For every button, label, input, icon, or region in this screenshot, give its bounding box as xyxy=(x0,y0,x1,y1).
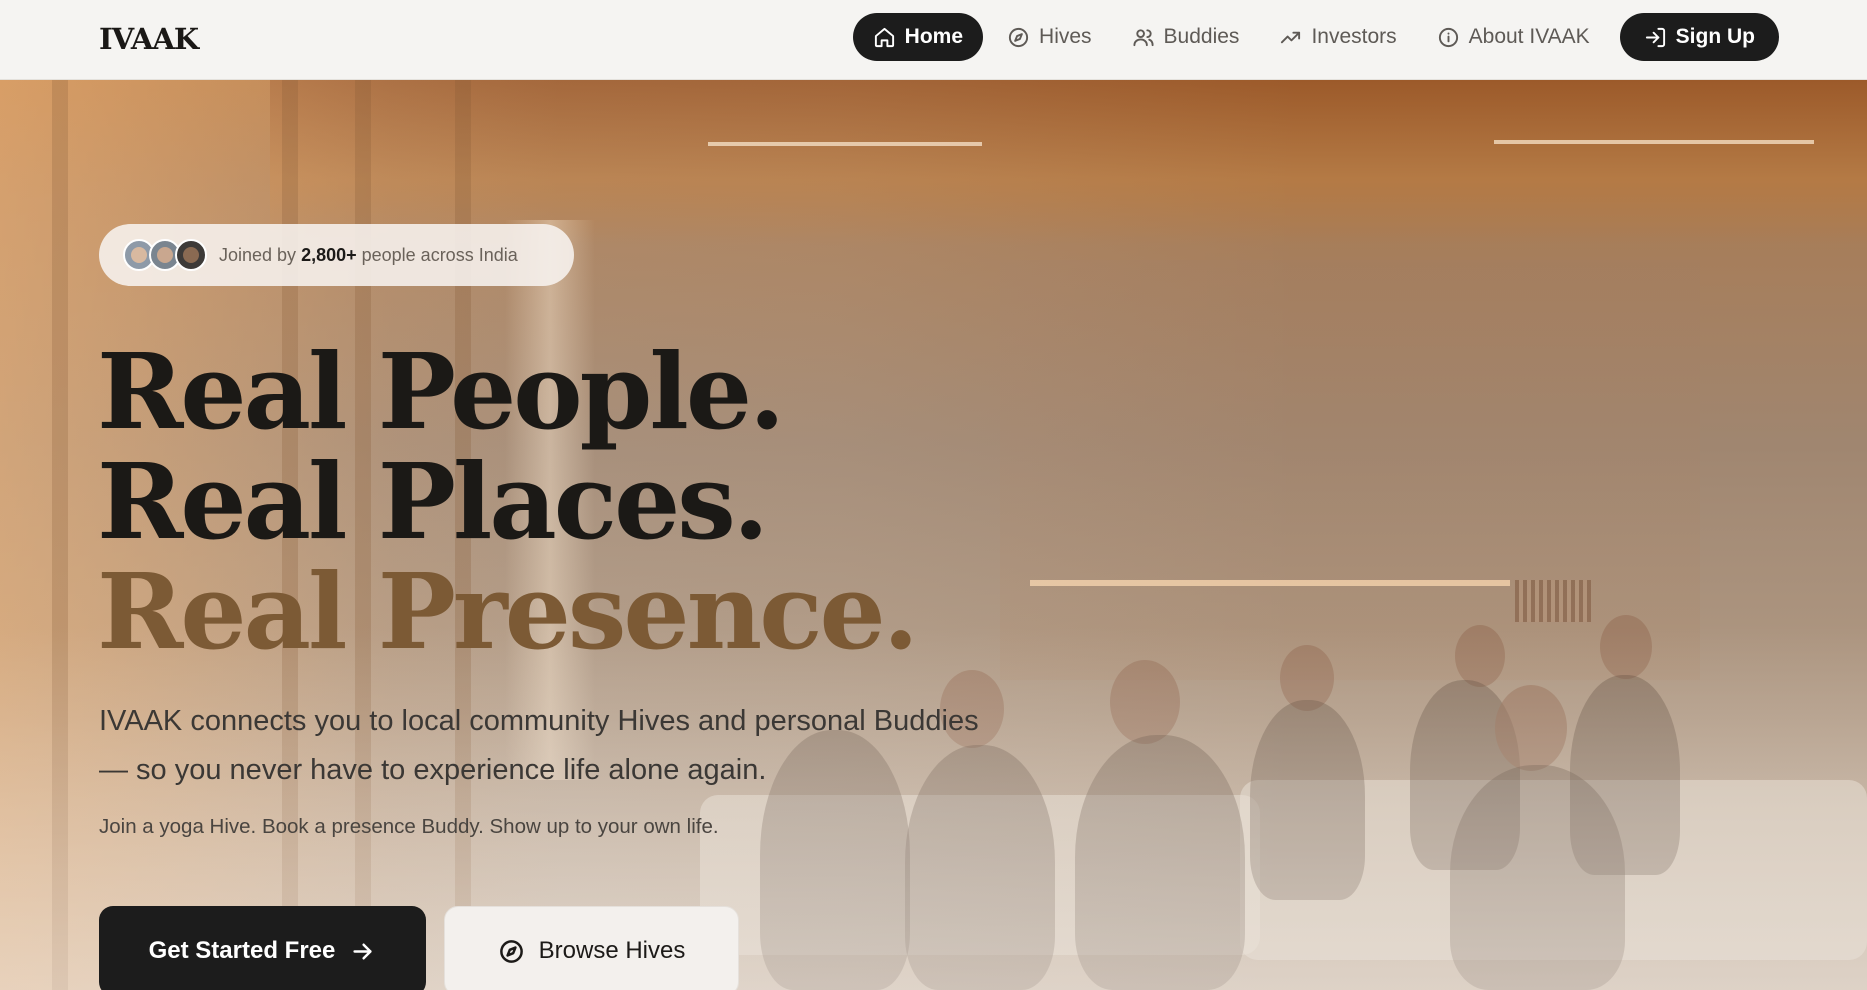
browse-hives-label: Browse Hives xyxy=(538,937,686,964)
headline-line-3: Real Presence. xyxy=(97,550,919,673)
nav-hives-label: Hives xyxy=(1039,25,1092,48)
nav-links: Home Hives Buddies Investors About IVAAK… xyxy=(852,13,1779,61)
badge-prefix: Joined by xyxy=(219,244,297,265)
nav-investors-label: Investors xyxy=(1311,25,1397,48)
trending-up-icon xyxy=(1281,31,1301,43)
hero-subheadline: IVAAK connects you to local community Hi… xyxy=(99,705,979,786)
logo[interactable]: IVAAK xyxy=(99,22,199,56)
compass-icon xyxy=(1008,27,1029,47)
browse-hives-button[interactable]: Browse Hives xyxy=(444,906,739,990)
nav-about[interactable]: About IVAAK xyxy=(1417,13,1610,61)
badge-suffix: people across India xyxy=(361,244,518,265)
nav-buddies-label: Buddies xyxy=(1163,25,1240,48)
users-icon xyxy=(1132,28,1154,46)
social-proof-badge: Joined by 2,800+ people across India xyxy=(99,224,574,286)
nav-about-label: About IVAAK xyxy=(1468,25,1590,48)
avatar-group xyxy=(123,239,207,271)
hero-section: Joined by 2,800+ people across India Rea… xyxy=(0,80,1867,990)
arrow-right-icon xyxy=(353,943,372,959)
nav-investors[interactable]: Investors xyxy=(1259,13,1416,61)
sign-up-label: Sign Up xyxy=(1675,25,1755,48)
nav-hives[interactable]: Hives xyxy=(987,13,1112,61)
top-navbar: IVAAK Home Hives Buddies Investors About… xyxy=(0,0,1867,80)
nav-buddies[interactable]: Buddies xyxy=(1112,13,1260,61)
compass-icon xyxy=(499,939,523,963)
get-started-button[interactable]: Get Started Free xyxy=(99,906,426,990)
nav-home-label: Home xyxy=(904,25,964,48)
nav-home[interactable]: Home xyxy=(852,13,984,61)
headline-line-1: Real People. xyxy=(97,330,785,453)
hero-tagline: Join a yoga Hive. Book a presence Buddy.… xyxy=(99,815,719,838)
log-in-icon xyxy=(1645,27,1665,47)
avatar xyxy=(175,239,207,271)
home-icon xyxy=(874,27,894,47)
info-icon xyxy=(1438,27,1458,47)
sign-up-button[interactable]: Sign Up xyxy=(1619,13,1779,61)
headline-line-2: Real Places. xyxy=(97,440,769,563)
badge-count: 2,800+ xyxy=(301,244,357,265)
get-started-label: Get Started Free xyxy=(148,937,336,964)
